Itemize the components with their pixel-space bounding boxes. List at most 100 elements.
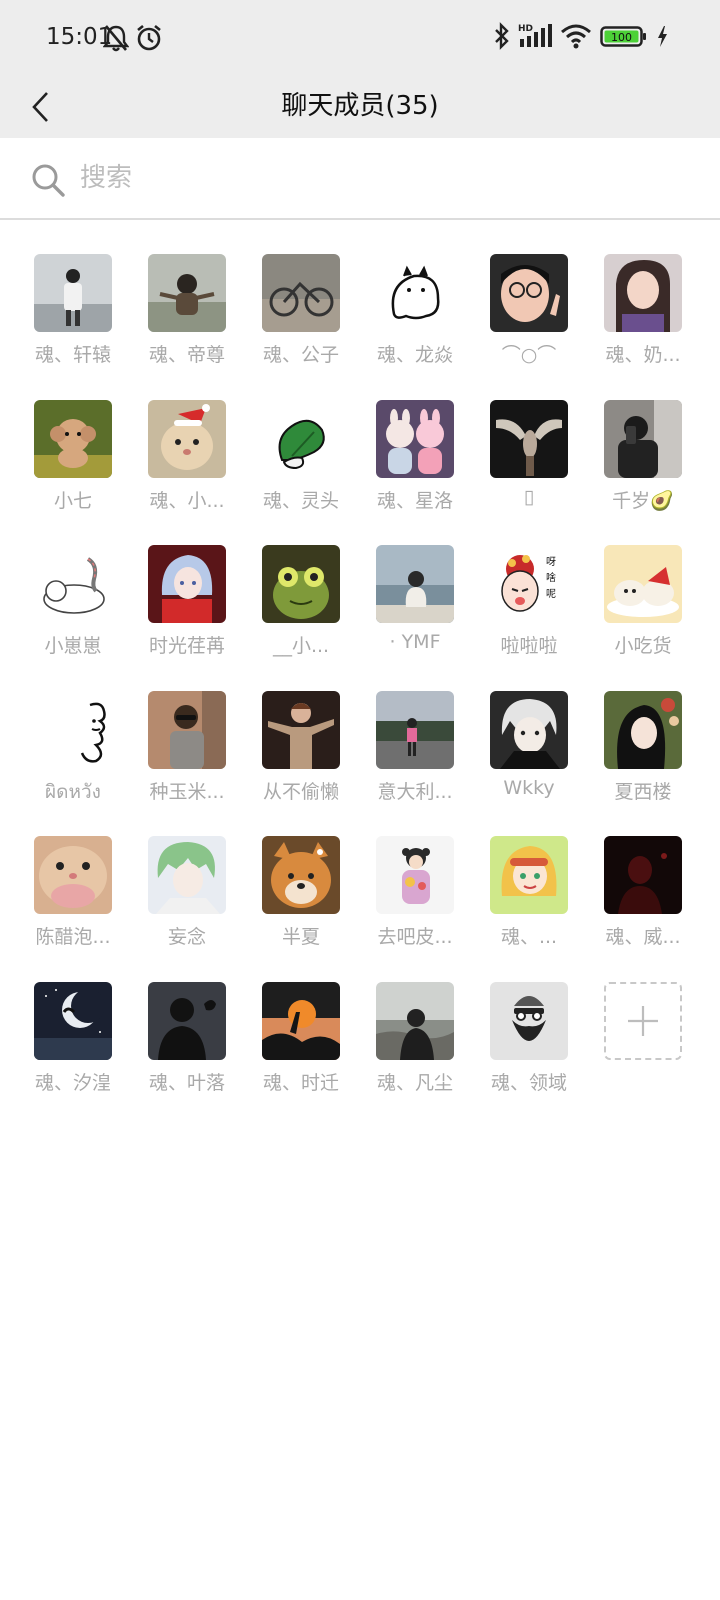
member-item[interactable]: 魂、... [476, 836, 590, 982]
alarm-clock-icon [136, 24, 162, 56]
member-name: 魂、凡尘 [376, 1071, 453, 1094]
member-item[interactable]: 魂、星洛 [362, 399, 476, 546]
svg-text:呀: 呀 [546, 556, 556, 568]
member-avatar [262, 254, 340, 332]
member-item[interactable]: 魂、凡尘 [362, 981, 476, 1128]
status-indicators: HD 100 [494, 22, 668, 54]
member-avatar [148, 981, 226, 1060]
member-avatar [376, 545, 454, 623]
member-avatar [376, 836, 454, 914]
member-item[interactable]: ⌒○⌒ [476, 254, 590, 400]
wifi-icon [560, 22, 592, 54]
member-avatar [262, 399, 340, 478]
nav-bar: 聊天成员(35) [0, 76, 720, 138]
member-name: 从不偷懒 [262, 780, 339, 803]
status-bar: 15:01 HD 100 [0, 0, 720, 76]
member-avatar [490, 399, 568, 478]
member-avatar [262, 690, 340, 769]
svg-text:啥: 啥 [546, 571, 556, 584]
member-item[interactable]: 魂、小... [134, 399, 248, 546]
member-name: ▯ [523, 485, 535, 508]
member-avatar [34, 254, 112, 332]
member-item[interactable]: 时光荏苒 [134, 545, 248, 691]
member-name: 意大利... [377, 780, 453, 803]
member-item[interactable]: 魂、叶落 [134, 981, 248, 1128]
member-item[interactable]: 魂、汐湟 [20, 981, 134, 1128]
member-name: 魂、轩辕 [34, 344, 111, 366]
member-item[interactable]: 夏西楼 [590, 690, 704, 837]
member-item[interactable]: 从不偷懒 [248, 690, 362, 837]
member-item[interactable]: 呀啥呢 啦啦啦 [476, 545, 590, 691]
member-item[interactable]: 魂、帝尊 [134, 254, 248, 400]
member-avatar [376, 981, 454, 1060]
member-avatar [490, 254, 568, 332]
member-name: 魂、星洛 [376, 489, 453, 512]
add-member-slot [590, 981, 704, 1128]
member-avatar [604, 545, 682, 623]
member-avatar [604, 690, 682, 769]
member-name: 魂、... [500, 926, 558, 948]
member-item[interactable]: 魂、领域 [476, 981, 590, 1128]
member-item[interactable]: 魂、威... [590, 836, 704, 982]
member-item[interactable]: 去吧皮... [362, 836, 476, 982]
member-item[interactable]: 小七 [20, 399, 134, 546]
member-avatar [34, 690, 112, 769]
svg-text:呢: 呢 [546, 588, 556, 600]
member-avatar [34, 981, 112, 1060]
member-name: 魂、汐湟 [34, 1071, 111, 1094]
member-name: 魂、领域 [490, 1071, 567, 1094]
member-avatar [604, 399, 682, 478]
member-item[interactable]: 种玉米... [134, 690, 248, 837]
member-name: 魂、龙焱 [376, 344, 453, 366]
signal-icon: HD [518, 22, 552, 54]
member-item[interactable]: ▯ [476, 399, 590, 546]
search-input[interactable] [80, 154, 680, 202]
member-name: 半夏 [281, 926, 320, 948]
member-avatar [148, 690, 226, 769]
member-name: 去吧皮... [377, 926, 453, 948]
member-item[interactable]: Wkky [476, 690, 590, 837]
member-item[interactable]: 魂、公子 [248, 254, 362, 400]
member-item[interactable]: 魂、灵头 [248, 399, 362, 546]
member-name: 魂、威... [605, 926, 681, 948]
member-name: 魂、帝尊 [148, 344, 225, 366]
member-item[interactable]: ผิดหวัง [20, 690, 134, 837]
network-type-label: HD [518, 24, 533, 34]
member-avatar [490, 690, 568, 769]
member-item[interactable]: 小崽崽 [20, 545, 134, 691]
member-name: 小吃货 [614, 635, 672, 657]
member-item[interactable]: 半夏 [248, 836, 362, 982]
member-item[interactable]: 意大利... [362, 690, 476, 837]
plus-icon [628, 1005, 658, 1036]
member-item[interactable]: 千岁🥑 [590, 399, 704, 546]
member-grid: 魂、轩辕 魂、帝尊 魂、公子 魂、龙焱 ⌒○⌒ 魂、奶... 小七 魂、小...… [20, 254, 704, 1127]
member-avatar [148, 836, 226, 914]
member-item[interactable]: 妄念 [134, 836, 248, 982]
page-title: 聊天成员(35) [281, 91, 439, 121]
member-name: 时光荏苒 [148, 635, 225, 657]
member-item[interactable]: 魂、时迁 [248, 981, 362, 1128]
member-avatar [148, 399, 226, 478]
member-item[interactable]: 魂、龙焱 [362, 254, 476, 400]
add-member-button[interactable] [604, 981, 682, 1060]
member-item[interactable]: __小... [248, 545, 362, 691]
member-avatar [490, 836, 568, 914]
member-name: Wkky [503, 776, 555, 799]
member-item[interactable]: 陈醋泡... [20, 836, 134, 982]
member-name: 陈醋泡... [35, 926, 111, 948]
member-item[interactable]: · YMF [362, 545, 476, 691]
member-avatar [376, 254, 454, 332]
member-name: 啦啦啦 [500, 635, 558, 657]
member-avatar [262, 545, 340, 623]
member-item[interactable]: 魂、轩辕 [20, 254, 134, 400]
member-avatar [490, 981, 568, 1060]
charging-icon [656, 22, 668, 54]
member-item[interactable]: 魂、奶... [590, 254, 704, 400]
member-avatar [604, 836, 682, 914]
member-name: 魂、奶... [605, 344, 681, 366]
member-avatar [376, 690, 454, 769]
member-item[interactable]: 小吃货 [590, 545, 704, 691]
member-avatar [376, 399, 454, 478]
member-name: ⌒○⌒ [501, 344, 557, 366]
member-name: · YMF [389, 631, 441, 653]
